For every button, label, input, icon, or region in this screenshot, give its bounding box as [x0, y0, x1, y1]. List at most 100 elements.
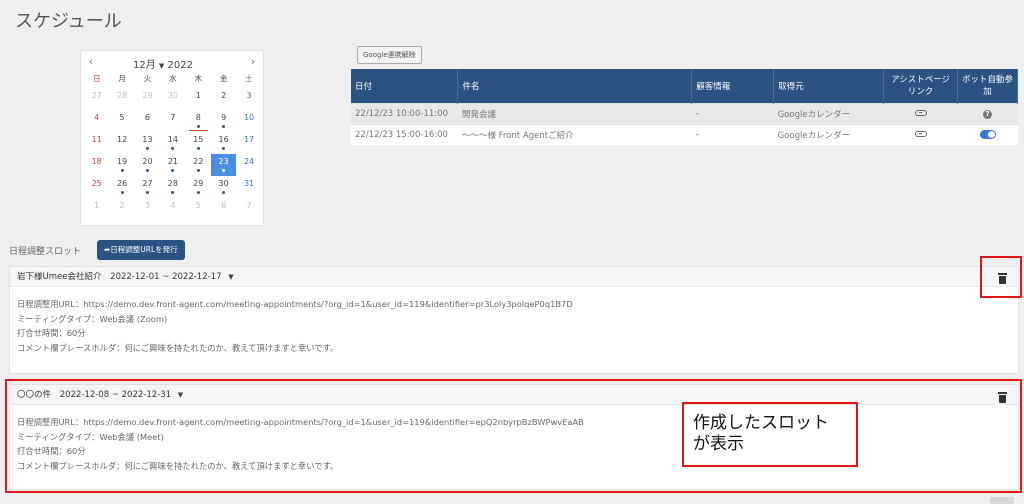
- slot-card: 岩下様Umee会社紹介 2022-12-01 ~ 2022-12-17 ▼ 日程…: [9, 266, 1019, 374]
- annotation-text: 作成したスロット が表示: [693, 413, 829, 455]
- calendar-week-row: 18 19 20 21 22 23 24: [84, 154, 262, 176]
- calendar-day[interactable]: 22: [186, 154, 211, 176]
- event-dot: [196, 169, 200, 172]
- calendar-day[interactable]: 15: [186, 132, 211, 154]
- schedule-table-header: 日付 件名 顧客情報 取得元 アシストページリンク ボット自動参加: [351, 69, 1018, 103]
- page-title: スケジュール: [15, 11, 122, 32]
- calendar-day[interactable]: 9: [211, 110, 236, 132]
- calendar-day[interactable]: 6: [211, 198, 236, 220]
- calendar-day[interactable]: 20: [135, 154, 160, 176]
- calendar-day[interactable]: 1: [84, 198, 109, 220]
- col-customer: 顧客情報: [691, 69, 775, 103]
- slot-url: 日程調整用URL：https://demo.dev.front-agent.co…: [17, 299, 573, 309]
- cell-date: 22/12/23 10:00-11:00: [351, 102, 458, 124]
- calendar-day[interactable]: 26: [109, 176, 134, 198]
- calendar-day[interactable]: 2: [109, 198, 134, 220]
- calendar-day[interactable]: 30: [160, 88, 185, 110]
- event-dot: [171, 191, 175, 194]
- calendar-day-number: 28: [116, 91, 128, 100]
- calendar-day[interactable]: 13: [135, 132, 160, 154]
- calendar-day-number: 4: [94, 113, 100, 122]
- calendar-day[interactable]: 28: [160, 176, 185, 198]
- chevron-down-icon[interactable]: ▼: [228, 273, 233, 281]
- calendar-day[interactable]: 31: [236, 176, 261, 198]
- calendar-day[interactable]: 3: [236, 88, 261, 110]
- event-dot: [222, 191, 226, 194]
- calendar-day[interactable]: 7: [160, 110, 185, 132]
- annotation-box-slot: [5, 379, 1022, 493]
- calendar-day-number: 8: [195, 113, 201, 122]
- event-dot: [222, 125, 226, 128]
- calendar-day[interactable]: 27: [84, 88, 109, 110]
- calendar-day-number: 30: [218, 179, 229, 188]
- calendar-day-number: 5: [119, 113, 125, 122]
- calendar-day[interactable]: 4: [84, 110, 109, 132]
- cell-source: Googleカレンダー: [773, 102, 884, 124]
- table-row[interactable]: 22/12/23 15:00-16:00 〜〜〜様 Front Agentご紹介…: [351, 123, 1018, 145]
- calendar-day[interactable]: 11: [84, 132, 109, 154]
- calendar-day[interactable]: 24: [236, 154, 261, 176]
- calendar-day[interactable]: 6: [135, 110, 160, 132]
- prev-month-icon[interactable]: ‹: [84, 55, 98, 69]
- calendar-day[interactable]: 23: [210, 154, 237, 176]
- calendar-day-number: 26: [116, 179, 128, 188]
- mini-calendar: ‹ 12月 ▼ 2022 › 日月火水木金土 27 28 29 30 1 2 3 4 5 6 7 8 9 1…: [80, 50, 264, 226]
- calendar-day[interactable]: 21: [160, 154, 185, 176]
- cell-source: Googleカレンダー: [773, 123, 884, 145]
- calendar-day[interactable]: 19: [109, 154, 134, 176]
- col-assist-link: アシストページリンク: [883, 69, 958, 103]
- event-dot: [171, 169, 175, 172]
- calendar-day-number: 18: [91, 157, 102, 166]
- calendar-day[interactable]: 16: [211, 132, 236, 154]
- calendar-month-selector[interactable]: 12月 ▼ 2022: [133, 56, 193, 71]
- calendar-day[interactable]: 29: [186, 176, 211, 198]
- calendar-day[interactable]: 5: [186, 198, 211, 220]
- calendar-day[interactable]: 25: [84, 176, 109, 198]
- link-icon[interactable]: [914, 130, 927, 137]
- google-unlink-button[interactable]: Google連携解除: [357, 46, 422, 64]
- calendar-day[interactable]: 8: [186, 110, 211, 132]
- calendar-day-number: 28: [167, 179, 178, 188]
- calendar-day[interactable]: 10: [236, 110, 261, 132]
- issue-url-button[interactable]: ➦日程調整URLを発行: [97, 240, 185, 260]
- calendar-day[interactable]: 18: [84, 154, 109, 176]
- calendar-weekday: 金: [219, 74, 228, 83]
- calendar-day[interactable]: 4: [160, 198, 185, 220]
- calendar-day[interactable]: 27: [135, 176, 160, 198]
- calendar-day[interactable]: 3: [135, 198, 160, 220]
- calendar-day[interactable]: 14: [160, 132, 185, 154]
- calendar-week-row: 25 26 27 28 29 30 31: [84, 176, 262, 198]
- calendar-week-row: 27 28 29 30 1 2 3: [84, 88, 262, 110]
- cell-assist-link: [883, 123, 958, 145]
- calendar-month-label: 12月: [133, 60, 156, 71]
- calendar-day[interactable]: 2: [211, 88, 236, 110]
- help-icon[interactable]: ?: [983, 109, 992, 119]
- calendar-week-row: 4 5 6 7 8 9 10: [84, 110, 262, 132]
- calendar-day[interactable]: 30: [211, 176, 236, 198]
- bot-auto-toggle[interactable]: [979, 129, 996, 139]
- calendar-day[interactable]: 17: [236, 132, 261, 154]
- slot-header[interactable]: 岩下様Umee会社紹介 2022-12-01 ~ 2022-12-17 ▼: [10, 267, 1018, 287]
- calendar-day[interactable]: 29: [135, 88, 160, 110]
- event-dot: [120, 191, 124, 194]
- calendar-day[interactable]: 7: [236, 198, 261, 220]
- next-month-icon[interactable]: ›: [246, 55, 260, 69]
- annotation-line-2: が表示: [693, 434, 744, 454]
- cell-date: 22/12/23 15:00-16:00: [351, 123, 458, 145]
- calendar-weekday: 土: [245, 74, 253, 83]
- calendar-day-number: 6: [221, 201, 227, 210]
- slot-duration: 打合せ時間：60分: [17, 328, 86, 338]
- link-icon[interactable]: [914, 109, 927, 116]
- calendar-day-number: 5: [195, 201, 201, 210]
- calendar-day[interactable]: 28: [109, 88, 134, 110]
- calendar-day-number: 7: [170, 113, 176, 122]
- event-dot: [145, 147, 149, 150]
- calendar-day-number: 6: [144, 113, 151, 122]
- calendar-day[interactable]: 1: [186, 88, 211, 110]
- calendar-day[interactable]: 12: [109, 132, 134, 154]
- calendar-day-number: 11: [91, 135, 102, 144]
- scroll-control[interactable]: [990, 497, 1014, 504]
- calendar-day-number: 3: [144, 201, 151, 210]
- calendar-day[interactable]: 5: [109, 110, 134, 132]
- table-row[interactable]: 22/12/23 10:00-11:00 開発会議 - Googleカレンダー …: [351, 102, 1018, 124]
